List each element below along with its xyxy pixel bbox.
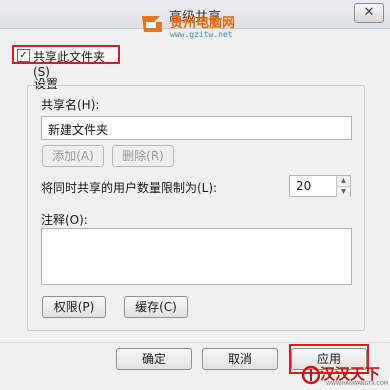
caching-button[interactable]: 缓存(C) bbox=[124, 296, 188, 318]
share-folder-checkbox[interactable]: ✓ bbox=[17, 49, 30, 62]
watermark-site-url: www.gzitw.net bbox=[170, 30, 233, 39]
comment-textarea[interactable] bbox=[41, 228, 352, 285]
close-icon: ✕ bbox=[363, 5, 375, 20]
spin-down-icon[interactable]: ▼ bbox=[336, 186, 350, 197]
share-name-label: 共享名(H): bbox=[41, 98, 100, 112]
add-button[interactable]: 添加(A) bbox=[42, 145, 104, 167]
share-name-input[interactable]: 新建文件夹 bbox=[41, 116, 352, 140]
checkmark-icon: ✓ bbox=[19, 50, 28, 61]
brand-watermark: 汉汉天下 WWW.HANWANGTX.COM bbox=[300, 361, 390, 390]
cancel-button[interactable]: 取消 bbox=[202, 348, 278, 370]
user-limit-value: 20 bbox=[296, 179, 312, 193]
close-button[interactable]: ✕ bbox=[354, 3, 384, 23]
spin-up-icon[interactable]: ▲ bbox=[336, 176, 350, 186]
user-limit-stepper[interactable]: 20 ▲ ▼ bbox=[289, 175, 351, 197]
brand-logo-icon bbox=[302, 365, 320, 385]
permissions-button[interactable]: 权限(P) bbox=[42, 296, 106, 318]
watermark: 贵州电脑网 www.gzitw.net bbox=[138, 8, 258, 42]
user-limit-label: 将同时共享的用户数量限制为(L): bbox=[41, 181, 218, 195]
ok-button[interactable]: 确定 bbox=[116, 348, 192, 370]
comment-label: 注释(O): bbox=[41, 213, 88, 227]
watermark-logo-icon bbox=[142, 16, 162, 32]
brand-url: WWW.HANWANGTX.COM bbox=[326, 381, 389, 387]
watermark-site-name: 贵州电脑网 bbox=[170, 16, 236, 31]
share-folder-checkbox-row[interactable]: ✓ 共享此文件夹(S) bbox=[12, 45, 120, 79]
remove-button[interactable]: 删除(R) bbox=[112, 145, 174, 167]
footer-separator bbox=[0, 342, 390, 343]
